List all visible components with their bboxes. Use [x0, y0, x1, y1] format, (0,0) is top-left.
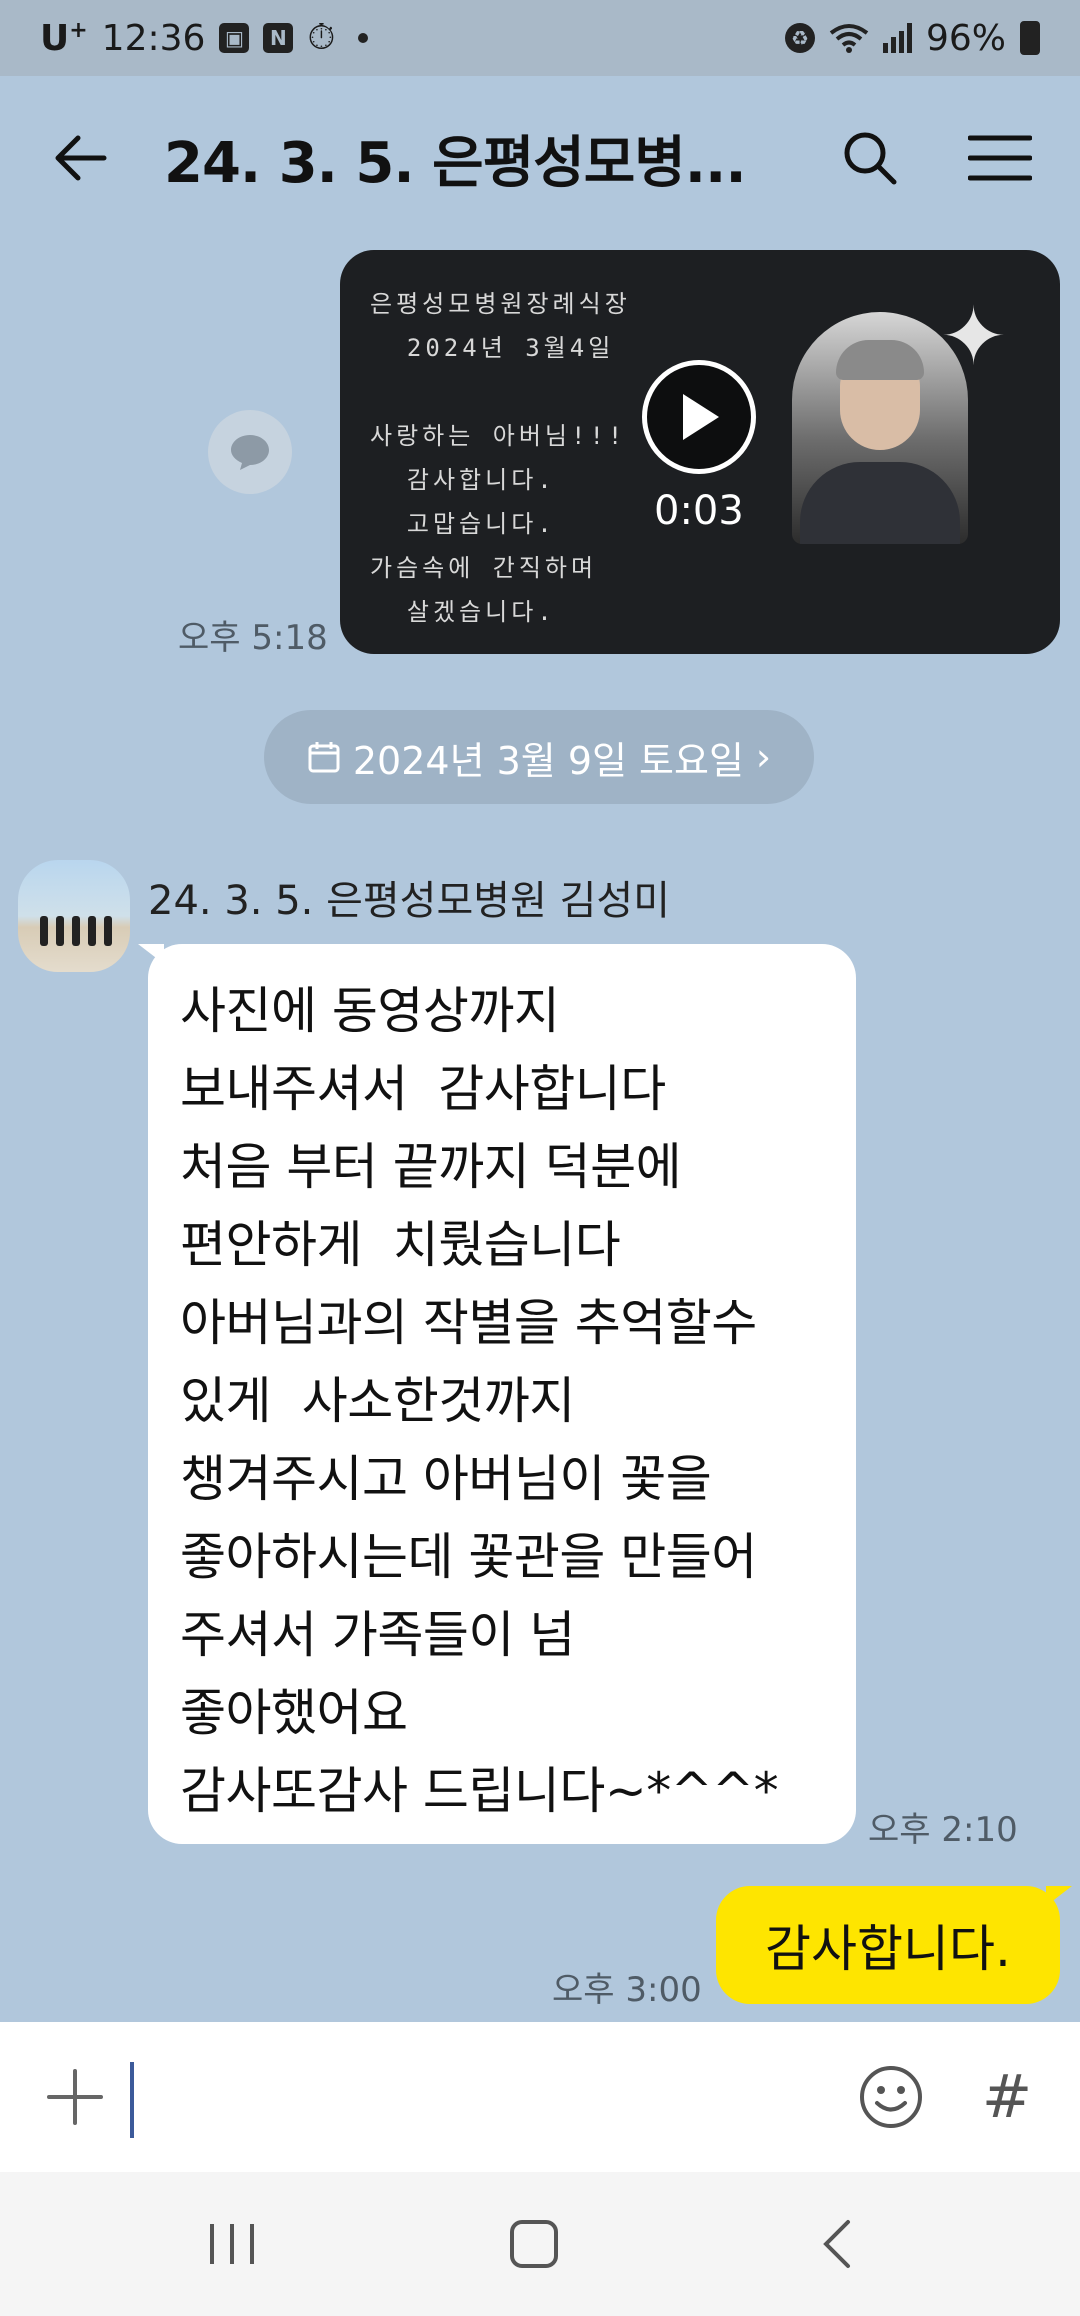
message-line: 보내주셔서 감사합니다 — [180, 1060, 666, 1118]
message-line: 주셔서 가족들이 넘 — [180, 1606, 575, 1664]
share-button[interactable] — [208, 410, 292, 494]
message-line: 처음 부터 끝까지 덕분에 — [180, 1138, 682, 1196]
avatar[interactable] — [18, 860, 130, 972]
sparkle-icon: ✦ — [940, 290, 1008, 383]
plus-icon[interactable] — [30, 2052, 120, 2142]
message-line: 챙겨주시고 아버님이 꽃을 — [180, 1450, 712, 1508]
chevron-right-icon: › — [755, 735, 772, 779]
battery-percent: 96% — [925, 17, 1006, 59]
message-line: 사진에 동영상까지 — [180, 982, 560, 1040]
n-icon: N — [263, 23, 294, 53]
timer-icon: ⏱ — [307, 17, 336, 58]
gallery-icon: ▣ — [219, 23, 250, 53]
recent-apps-icon[interactable] — [172, 2202, 292, 2286]
message-line: 아버님과의 작별을 추억할수 — [180, 1294, 757, 1352]
received-message-bubble[interactable]: 사진에 동영상까지 보내주셔서 감사합니다 처음 부터 끝까지 덕분에 편안하게… — [148, 944, 856, 1844]
back-arrow-icon[interactable] — [40, 118, 120, 198]
navigation-bar — [0, 2172, 1080, 2316]
message-time: 오후 3:00 — [552, 1970, 702, 2010]
date-divider[interactable]: 2024년 3월 9일 토요일 › — [264, 710, 814, 804]
home-icon[interactable] — [474, 2202, 594, 2286]
input-bar: # — [0, 2022, 1080, 2172]
message-input[interactable] — [130, 2062, 134, 2138]
message-line: 있게 사소한것까지 — [180, 1372, 575, 1430]
message-line: 좋아했어요 — [180, 1684, 408, 1742]
message-line: 편안하게 치뤘습니다 — [180, 1216, 621, 1274]
battery-icon — [1020, 21, 1040, 55]
carrier-label: U+ — [40, 17, 88, 59]
message-line: 감사또감사 드립니다~*^^* — [180, 1762, 779, 1820]
hashtag-icon[interactable]: # — [962, 2052, 1052, 2142]
search-icon[interactable] — [830, 118, 910, 198]
signal-icon — [882, 23, 912, 53]
emoji-icon[interactable] — [846, 2052, 936, 2142]
sender-name: 24. 3. 5. 은평성모병원 김성미 — [148, 878, 671, 924]
clock: 12:36 — [101, 17, 206, 59]
sent-message-bubble[interactable]: 감사합니다. — [716, 1886, 1060, 2004]
dot-icon — [357, 33, 368, 43]
date-label: 2024년 3월 9일 토요일 — [352, 738, 744, 783]
chat-title: 24. 3. 5. 은평성모병... — [164, 130, 747, 196]
battery-saver-icon: ♻ — [784, 23, 815, 53]
video-overlay-text: 은평성모병원장례식장 2024년 3월4일 사랑하는 아버님!!! 감사합니다.… — [370, 290, 631, 626]
status-bar: U+ 12:36 ▣ N ⏱ ♻ 96% — [0, 0, 1080, 76]
status-left: U+ 12:36 ▣ N ⏱ — [40, 17, 368, 59]
play-icon[interactable] — [642, 360, 756, 474]
wifi-icon — [829, 24, 869, 53]
video-message[interactable]: 은평성모병원장례식장 2024년 3월4일 사랑하는 아버님!!! 감사합니다.… — [340, 250, 1060, 654]
chat-header: 24. 3. 5. 은평성모병... — [0, 76, 1080, 240]
video-duration: 0:03 — [654, 488, 744, 534]
message-time: 오후 5:18 — [178, 618, 328, 658]
status-right: ♻ 96% — [784, 17, 1040, 59]
menu-icon[interactable] — [960, 118, 1040, 198]
message-line: 좋아하시는데 꽃관을 만들어 — [180, 1528, 757, 1586]
message-time: 오후 2:10 — [868, 1810, 1018, 1850]
calendar-icon — [308, 742, 340, 773]
speech-bubble-icon — [231, 435, 269, 470]
nav-back-icon[interactable] — [776, 2202, 896, 2286]
